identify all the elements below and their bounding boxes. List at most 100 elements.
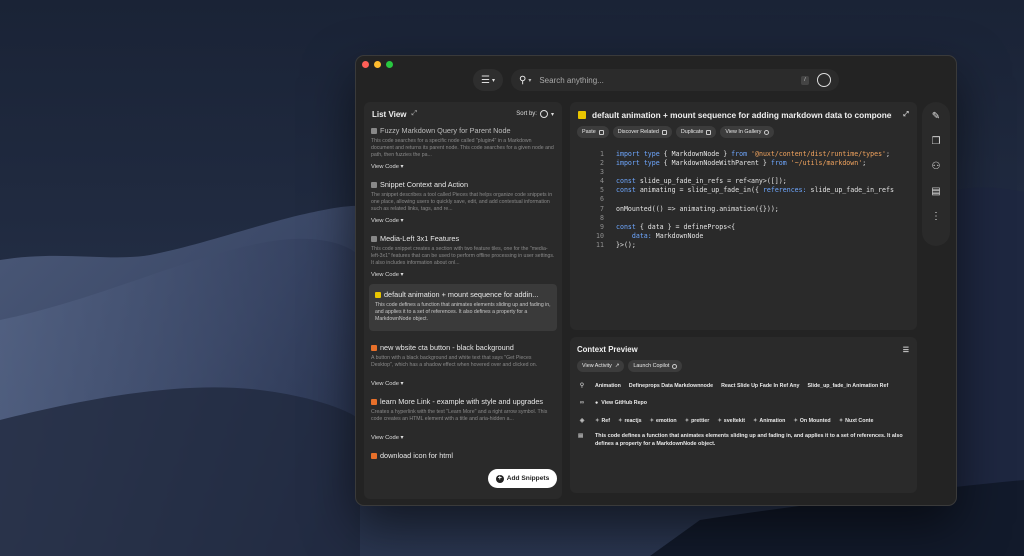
snippet-title-row: default animation + mount sequence for a… (375, 290, 551, 299)
sort-dropdown[interactable]: Sort by: ▾ (516, 110, 554, 118)
view-code-label: View Code (371, 272, 399, 278)
fullscreen-icon[interactable]: ⤢ (903, 111, 909, 119)
code-editor[interactable]: 1 import type { MarkdownNode } from '@nux… (570, 138, 917, 250)
code-text: const slide_up_fade_in_refs = ref<any>([… (616, 177, 787, 186)
list-item[interactable]: download icon for html (364, 447, 562, 460)
search-bar[interactable]: ⚲ ▾ Search anything... / (511, 69, 839, 91)
edit-icon[interactable]: ✎ (930, 111, 942, 123)
view-activity-button[interactable]: View Activity ↗ (577, 360, 625, 372)
tag-chip[interactable]: ✦ emotion (650, 418, 677, 424)
view-code-button[interactable]: View Code ▾ (371, 381, 555, 387)
snippet-title: new wbsite cta button - black background (380, 343, 514, 352)
view-code-label: View Code (371, 218, 399, 224)
tag-glyph-icon: ✦ (618, 417, 623, 424)
discover-related-button[interactable]: Discover Related (612, 126, 672, 138)
view-code-button[interactable]: View Code ▾ (371, 272, 555, 278)
minimize-window-button[interactable] (374, 61, 381, 68)
list-item[interactable]: Media-Left 3x1 Features This code snippe… (364, 230, 562, 278)
copy-icon (706, 129, 712, 135)
view-in-gallery-button[interactable]: View In Gallery (720, 126, 775, 138)
snippet-title-row: download icon for html (371, 451, 555, 460)
paste-button[interactable]: Paste (577, 126, 609, 138)
code-text: }>(); (616, 240, 636, 249)
snippet-description: This code snippet creates a section with… (371, 246, 555, 266)
duplicate-button[interactable]: Duplicate (675, 126, 717, 138)
discover-related-label: Discover Related (617, 129, 659, 135)
view-mode-dropdown[interactable]: ☰ ▾ (473, 69, 503, 91)
context-actions: View Activity ↗ Launch Copilot (570, 354, 917, 372)
search-filter-chevron-icon[interactable]: ▾ (528, 77, 531, 84)
line-number: 1 (600, 150, 604, 158)
description-row: ▤ This code defines a function that anim… (570, 433, 917, 448)
code-line: 4 const slide_up_fade_in_refs = ref<any>(… (578, 177, 917, 186)
launch-copilot-button[interactable]: Launch Copilot (628, 360, 683, 372)
markdown-icon (371, 181, 377, 188)
tag-chip[interactable]: ✦ prettier (685, 418, 710, 424)
markdown-icon (371, 127, 377, 134)
copy-icon[interactable]: ❐ (930, 136, 942, 148)
code-view-panel: default animation + mount sequence for a… (570, 102, 917, 330)
code-line: 7 onMounted(() => animating.animation({})… (578, 205, 917, 214)
plus-icon: + (495, 474, 504, 483)
tag-chip[interactable]: ✦ sveltekit (717, 418, 745, 424)
tag-glyph-icon: ✦ (717, 417, 722, 424)
list-item[interactable]: Snippet Context and Action The snippet d… (364, 176, 562, 224)
tag-chip[interactable]: ✦ reactjs (618, 418, 642, 424)
view-code-label: View Code (371, 381, 399, 387)
tag-glyph-icon: ✦ (649, 417, 654, 424)
keyboard-shortcut-icon: / (801, 75, 809, 85)
window-controls (362, 61, 393, 68)
related-search[interactable]: Animation (595, 383, 621, 389)
snippet-title-row: learn More Link - example with style and… (371, 397, 555, 406)
markdown-icon (371, 235, 377, 242)
view-code-button[interactable]: View Code ▾ (371, 164, 555, 170)
list-item-selected[interactable]: default animation + mount sequence for a… (369, 284, 557, 331)
snippet-title: Fuzzy Markdown Query for Parent Node (380, 126, 511, 135)
share-icon[interactable]: ⚇ (930, 161, 942, 173)
notes-icon[interactable]: ▤ (930, 186, 942, 198)
snippet-description: This code defines a function that animat… (375, 302, 551, 322)
tag-label: sveltekit (723, 417, 745, 424)
code-line: 9 const { data } = defineProps<{ (578, 223, 917, 232)
github-icon: ● (595, 400, 599, 406)
javascript-icon (578, 111, 586, 119)
tag-chip[interactable]: ✦ Ref (595, 418, 610, 424)
close-window-button[interactable] (362, 61, 369, 68)
code-line: 6 (578, 195, 917, 204)
menu-icon[interactable]: ☰ (903, 346, 909, 354)
code-line: 2 import type { MarkdownNodeWithParent } … (578, 159, 917, 168)
view-code-button[interactable]: View Code ▾ (371, 218, 555, 224)
tags-row: ◈ ✦ Ref ✦ reactjs ✦ emotion ✦ prettier ✦ svel… (570, 417, 917, 425)
tag-label: emotion (656, 417, 677, 424)
snippet-description: A button with a black background and whi… (371, 355, 538, 368)
code-line: 8 (578, 214, 917, 223)
view-code-label: View Code (371, 164, 399, 170)
list-item[interactable]: new wbsite cta button - black background… (364, 339, 562, 387)
code-line: 11 }>(); (578, 241, 917, 250)
view-github-repo-link[interactable]: View GitHub Repo (601, 400, 647, 406)
view-code-button[interactable]: View Code ▾ (371, 435, 555, 441)
title-bar: ☰ ▾ ⚲ ▾ Search anything... / (356, 56, 956, 98)
list-item[interactable]: learn More Link - example with style and… (364, 393, 562, 441)
line-number: 11 (596, 240, 604, 249)
view-activity-label: View Activity (582, 363, 612, 369)
snippet-description: This code defines a function that animat… (595, 433, 903, 447)
tag-chip[interactable]: ✦ Nuxt Conte (839, 418, 874, 424)
tag-chip[interactable]: ✦ Animation (753, 418, 785, 424)
tag-chip[interactable]: ✦ On Mounted (793, 418, 830, 424)
add-snippets-button[interactable]: + Add Snippets (488, 469, 557, 488)
snippet-title[interactable]: default animation + mount sequence for a… (592, 110, 892, 120)
related-search[interactable]: React Slide Up Fade In Ref Any (721, 383, 799, 389)
search-input[interactable]: Search anything... (539, 76, 603, 85)
expand-icon[interactable]: ⤢ (412, 110, 418, 118)
list-item[interactable]: Fuzzy Markdown Query for Parent Node Thi… (364, 126, 562, 170)
related-search[interactable]: Slide_up_fade_in Animation Ref (807, 383, 888, 389)
maximize-window-button[interactable] (386, 61, 393, 68)
related-search[interactable]: Defineprops Data Markdownnode (629, 383, 713, 389)
more-options-icon[interactable]: ⋮ (930, 211, 942, 223)
line-number: 8 (600, 213, 604, 222)
list-view-header: List View ⤢ Sort by: ▾ (364, 102, 562, 126)
copilot-icon[interactable] (817, 73, 831, 87)
context-preview-header: Context Preview ☰ (570, 337, 917, 354)
code-text: import type { MarkdownNode } from '@nuxt… (616, 150, 891, 158)
